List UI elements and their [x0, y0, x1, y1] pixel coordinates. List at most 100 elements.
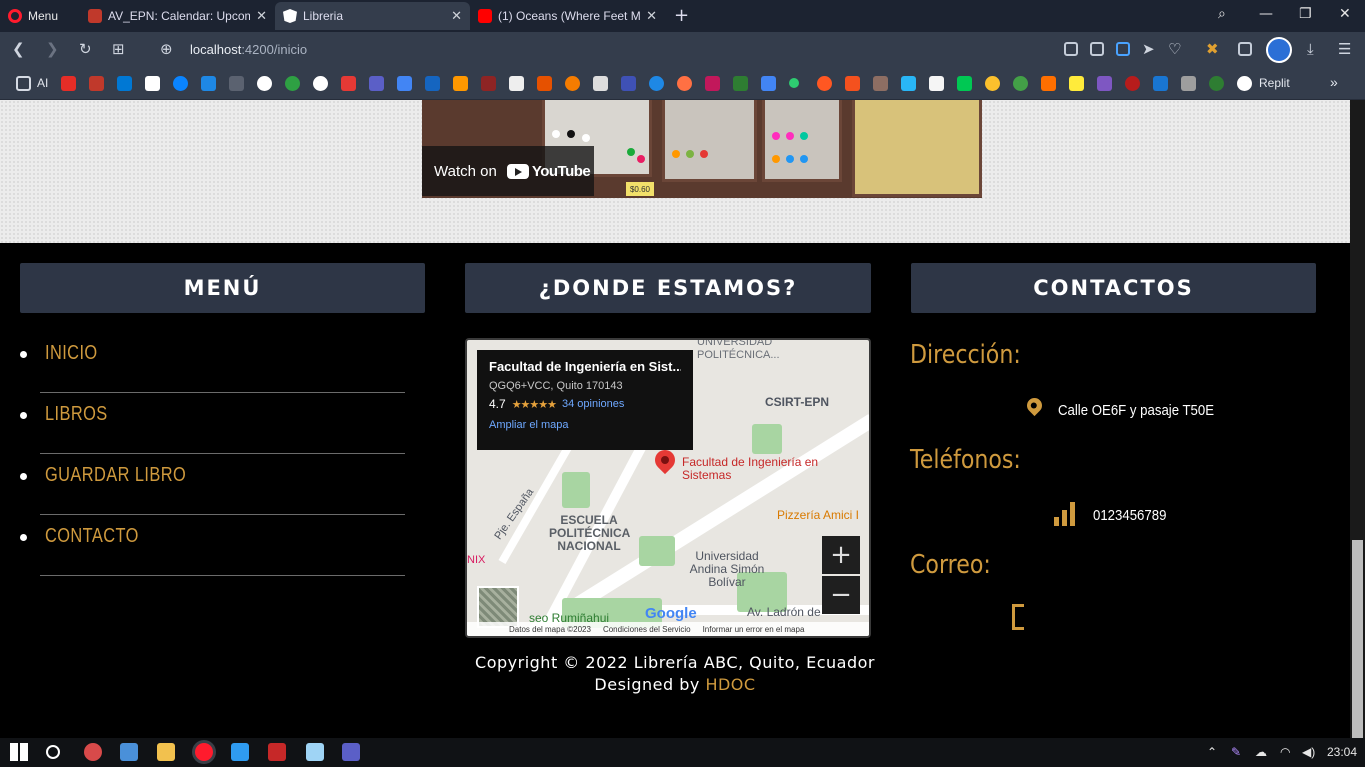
bug-bookmark-icon[interactable] — [1181, 76, 1196, 91]
map-terms-link[interactable]: Condiciones del Servicio — [603, 625, 691, 634]
gear-bookmark-icon[interactable] — [565, 76, 580, 91]
vscode-icon[interactable] — [231, 743, 249, 761]
search-icon[interactable] — [46, 745, 60, 759]
c-bookmark-icon[interactable] — [649, 76, 664, 91]
notepad-icon[interactable] — [306, 743, 324, 761]
sun-bookmark-icon[interactable] — [845, 76, 860, 91]
pulse-bookmark-icon[interactable] — [901, 76, 916, 91]
page-bookmark-icon[interactable] — [593, 76, 608, 91]
math-bookmark-icon[interactable] — [229, 76, 244, 91]
file-explorer-icon[interactable] — [157, 743, 175, 761]
reload-icon[interactable]: ↻ — [79, 40, 92, 58]
profile-avatar[interactable] — [1266, 37, 1292, 63]
app-icon[interactable] — [84, 743, 102, 761]
gdocs-bookmark-icon[interactable] — [761, 76, 776, 91]
youtube-embed[interactable]: $0.60 Watch on YouTube — [422, 100, 982, 198]
scrollbar-thumb[interactable] — [1352, 540, 1363, 738]
back-icon[interactable]: ❮ — [12, 40, 25, 58]
doc-bookmark-icon[interactable] — [509, 76, 524, 91]
wave-bookmark-icon[interactable] — [481, 76, 496, 91]
w-bookmark-icon[interactable] — [733, 76, 748, 91]
fire-bookmark-icon[interactable] — [677, 76, 692, 91]
restore-icon[interactable]: ❐ — [1299, 6, 1312, 22]
close-window-icon[interactable]: ✕ — [1339, 6, 1351, 22]
tab-calendar[interactable]: AV_EPN: Calendar: Upcoming ✕ — [80, 2, 275, 30]
onedrive-bookmark-icon[interactable] — [173, 76, 188, 91]
opera-taskbar-icon[interactable] — [195, 743, 213, 761]
r-green-bookmark-icon[interactable] — [957, 76, 972, 91]
map-report-link[interactable]: Informar un error en el mapa — [703, 625, 805, 634]
notion-bookmark-icon[interactable] — [145, 76, 160, 91]
dot-bookmark-icon[interactable] — [789, 78, 799, 88]
search-tabs-icon[interactable]: ⌕ — [1218, 6, 1226, 22]
gauge-bookmark-icon[interactable] — [1125, 76, 1140, 91]
github-bookmark-icon[interactable] — [313, 76, 328, 91]
location-pin-icon[interactable] — [650, 445, 680, 475]
store-icon[interactable] — [120, 743, 138, 761]
extension-icon[interactable]: ✖ — [1206, 40, 1219, 58]
bookmark-ai-label[interactable]: AI — [37, 76, 48, 90]
blogger-bookmark-icon[interactable] — [817, 76, 832, 91]
reviews-link[interactable]: 34 opiniones — [562, 398, 624, 410]
cube-extension-icon[interactable] — [1238, 42, 1252, 56]
tab-youtube[interactable]: (1) Oceans (Where Feet May ✕ — [470, 2, 665, 30]
adblock-shield-icon[interactable] — [1116, 42, 1130, 56]
expand-map-link[interactable]: Ampliar el mapa — [489, 419, 681, 431]
heart-icon[interactable]: ♡ — [1168, 40, 1181, 58]
close-icon[interactable]: ✕ — [451, 8, 462, 24]
easy-setup-icon[interactable]: ☰ — [1338, 40, 1351, 58]
site-info-icon[interactable]: ⊕ — [160, 40, 173, 58]
menu-link-contacto[interactable]: CONTACTO — [45, 525, 139, 548]
teams-bookmark-icon[interactable] — [369, 76, 384, 91]
r-bookmark-icon[interactable] — [621, 76, 636, 91]
menu-link-libros[interactable]: LIBROS — [45, 403, 108, 426]
clock[interactable]: 23:04 — [1327, 745, 1357, 759]
download-icon[interactable]: ⤓ — [1307, 40, 1314, 58]
c-yellow-bookmark-icon[interactable] — [1069, 76, 1084, 91]
designer-link[interactable]: HDOC — [705, 675, 755, 694]
winrar-icon[interactable] — [268, 743, 286, 761]
new-tab-icon[interactable]: + — [674, 5, 689, 26]
translate-bookmark-icon[interactable] — [397, 76, 412, 91]
snapshot-icon[interactable] — [1090, 42, 1104, 56]
house-bookmark-icon[interactable] — [1041, 76, 1056, 91]
send-icon[interactable]: ➤ — [1142, 40, 1155, 58]
url-field[interactable]: localhost:4200/inicio — [190, 42, 307, 57]
bookmark-replit-label[interactable]: Replit — [1259, 76, 1290, 90]
heart-bookmark-icon[interactable] — [341, 76, 356, 91]
clover-bookmark-icon[interactable] — [1209, 76, 1224, 91]
tab-libreria[interactable]: Libreria ✕ — [275, 2, 470, 30]
replit-icon[interactable] — [1237, 76, 1252, 91]
building-bookmark-icon[interactable] — [873, 76, 888, 91]
box-bookmark-icon[interactable] — [1097, 76, 1112, 91]
youtube-bookmark-icon[interactable] — [61, 76, 76, 91]
folder-icon[interactable] — [16, 76, 31, 91]
watch-on-youtube-button[interactable]: Watch on YouTube — [422, 146, 594, 196]
zoom-out-button[interactable]: − — [822, 576, 860, 614]
zoom-in-button[interactable]: + — [822, 536, 860, 574]
windows-start-icon[interactable] — [10, 743, 28, 761]
share-icon[interactable] — [1064, 42, 1078, 56]
close-icon[interactable]: ✕ — [256, 8, 267, 24]
outlook-bookmark-icon[interactable] — [117, 76, 132, 91]
opera-menu-button[interactable]: Menu — [8, 6, 58, 26]
teams-icon[interactable] — [342, 743, 360, 761]
moodle-bookmark-icon[interactable] — [89, 76, 104, 91]
chevron-up-icon[interactable]: ⌃ — [1207, 745, 1217, 759]
minimize-icon[interactable]: — — [1259, 6, 1273, 22]
wifi-icon[interactable]: ◠ — [1280, 745, 1290, 759]
four-bookmark-icon[interactable] — [1153, 76, 1168, 91]
grid-bookmark-icon[interactable] — [537, 76, 552, 91]
menu-link-inicio[interactable]: INICIO — [45, 342, 98, 365]
leaf-bookmark-icon[interactable] — [285, 76, 300, 91]
more-bookmarks-icon[interactable]: » — [1330, 74, 1338, 90]
matlab-bookmark-icon[interactable] — [453, 76, 468, 91]
volume-icon[interactable]: ◀) — [1302, 745, 1315, 759]
speed-dial-icon[interactable]: ⊞ — [112, 40, 125, 58]
hand-bookmark-icon[interactable] — [985, 76, 1000, 91]
calendar-bookmark-icon[interactable] — [201, 76, 216, 91]
close-icon[interactable]: ✕ — [646, 8, 657, 24]
pen-icon[interactable]: ✎ — [1231, 745, 1241, 759]
cloud-icon[interactable]: ☁ — [1255, 745, 1267, 759]
google-map-embed[interactable]: UNIVERSIDAD POLITÉCNICA... CSIRT-EPN Fac… — [465, 338, 871, 638]
